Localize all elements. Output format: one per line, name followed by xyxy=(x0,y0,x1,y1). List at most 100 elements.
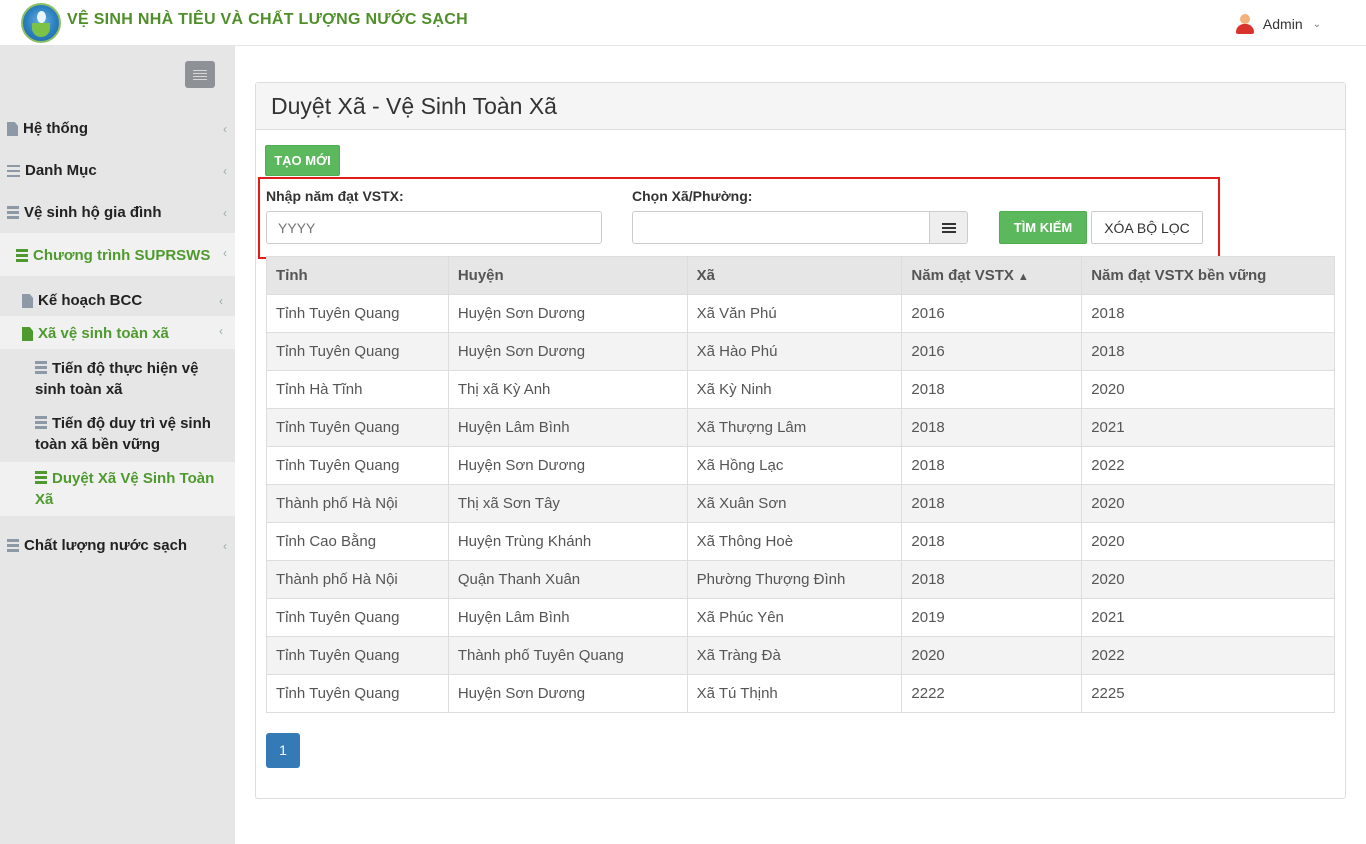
table-row[interactable]: Tỉnh Tuyên Quang Huyện Lâm Bình Xã Thượng … xyxy=(266,408,1335,447)
chevron-left-icon: ‹ xyxy=(223,164,227,178)
table-row[interactable]: Tỉnh Tuyên Quang Huyện Sơn Dương Xã Hồng L… xyxy=(266,446,1335,485)
sidebar-item-tien-do-thuc-hien[interactable]: Tiến độ thực hiện vệ sinh toàn xã xyxy=(0,358,215,400)
table-cell: 2018 xyxy=(901,408,1083,447)
sidebar-item-label: Xã vệ sinh toàn xã xyxy=(38,325,169,342)
chevron-left-icon: ‹ xyxy=(219,324,223,338)
table-cell: Xã Tràng Đà xyxy=(686,636,903,675)
table-cell: Xã Phúc Yên xyxy=(686,598,903,637)
chevron-left-icon: ‹ xyxy=(223,206,227,220)
menu-toggle-button[interactable] xyxy=(185,61,215,88)
table-cell: 2020 xyxy=(1081,560,1335,599)
column-header-tinh[interactable]: Tỉnh xyxy=(266,256,449,295)
user-avatar-icon xyxy=(1235,14,1255,34)
search-button[interactable]: TÌM KIẾM xyxy=(999,211,1087,244)
table-cell: Tỉnh Tuyên Quang xyxy=(266,332,449,371)
top-header: VỆ SINH NHÀ TIÊU VÀ CHẤT LƯỢNG NƯỚC SẠCH… xyxy=(0,0,1366,46)
database-icon xyxy=(35,471,47,484)
table-cell: 2018 xyxy=(901,522,1083,561)
table-cell: Tỉnh Hà Tĩnh xyxy=(266,370,449,409)
table-cell: Thành phố Hà Nội xyxy=(266,560,449,599)
sidebar-item-xa-ve-sinh-toan-xa[interactable]: Xã vệ sinh toàn xã ‹ xyxy=(0,316,235,349)
user-name: Admin xyxy=(1262,16,1303,32)
table-row[interactable]: Thành phố Hà Nội Thị xã Sơn Tây Xã Xuân Sơ… xyxy=(266,484,1335,523)
table-cell: Thị xã Sơn Tây xyxy=(447,484,688,523)
table-header-row: Tỉnh Huyện Xã Năm đạt VSTX ▲ Năm đạt VSTX… xyxy=(266,256,1335,295)
table-row[interactable]: Tỉnh Cao Bằng Huyện Trùng Khánh Xã Thông H… xyxy=(266,522,1335,561)
table-cell: Xã Kỳ Ninh xyxy=(686,370,903,409)
column-header-nam-dat-vstx[interactable]: Năm đạt VSTX ▲ xyxy=(901,256,1083,295)
user-menu[interactable]: Admin ⌄ xyxy=(1235,14,1321,34)
table-row[interactable]: Tỉnh Tuyên Quang Huyện Sơn Dương Xã Hào Ph… xyxy=(266,332,1335,371)
table-cell: Huyện Lâm Bình xyxy=(447,598,688,637)
table-cell: Tỉnh Cao Bằng xyxy=(266,522,449,561)
sidebar-item-ke-hoach-bcc[interactable]: Kế hoạch BCC ‹ xyxy=(0,292,235,309)
chevron-down-icon: ⌄ xyxy=(1312,18,1321,30)
chevron-left-icon: ‹ xyxy=(223,246,227,260)
table-cell: Huyện Trùng Khánh xyxy=(447,522,688,561)
year-input[interactable] xyxy=(266,211,602,244)
table-cell: Thành phố Tuyên Quang xyxy=(447,636,688,675)
table-body: Tỉnh Tuyên Quang Huyện Sơn Dương Xã Văn Ph… xyxy=(266,294,1335,713)
database-icon xyxy=(16,249,28,262)
table-cell: Xã Thượng Lâm xyxy=(686,408,903,447)
list-icon xyxy=(942,223,956,233)
sidebar-item-label: Tiến độ thực hiện vệ sinh toàn xã xyxy=(35,360,199,398)
table-cell: Quận Thanh Xuân xyxy=(447,560,688,599)
table-cell: Thị xã Kỳ Anh xyxy=(447,370,688,409)
sidebar-item-chat-luong-nuoc-sach[interactable]: Chất lượng nước sạch ‹ xyxy=(0,537,235,554)
sidebar-item-text: Tiến độ thực hiện vệ sinh toàn xã xyxy=(35,358,215,400)
table-cell: Tỉnh Tuyên Quang xyxy=(266,674,449,713)
clear-filter-button[interactable]: XÓA BỘ LỌC xyxy=(1091,211,1203,244)
sidebar-item-text: Duyệt Xã Vệ Sinh Toàn Xã xyxy=(35,468,215,510)
table-row[interactable]: Tỉnh Tuyên Quang Huyện Lâm Bình Xã Phúc Yê… xyxy=(266,598,1335,637)
sidebar-item-chuong-trinh-suprsws[interactable]: Chương trình SUPRSWS ‹ xyxy=(0,233,235,276)
sidebar-item-label: Kế hoạch BCC xyxy=(38,292,143,309)
table-cell: 2018 xyxy=(901,370,1083,409)
table-cell: 2022 xyxy=(1081,446,1335,485)
table-cell: Huyện Sơn Dương xyxy=(447,674,688,713)
sidebar-item-label: Hệ thống xyxy=(23,120,88,137)
table-cell: 2222 xyxy=(901,674,1083,713)
table-cell: Xã Xuân Sơn xyxy=(686,484,903,523)
page-title: Duyệt Xã - Vệ Sinh Toàn Xã xyxy=(271,93,557,119)
sidebar-item-label: Chất lượng nước sạch xyxy=(24,537,188,554)
list-icon xyxy=(7,165,20,177)
column-header-nam-ben-vung[interactable]: Năm đạt VSTX bền vững xyxy=(1081,256,1335,295)
year-label: Nhập năm đạt VSTX: xyxy=(266,188,404,204)
file-icon xyxy=(22,294,33,308)
commune-field[interactable] xyxy=(632,211,930,244)
sidebar-item-he-thong[interactable]: Hệ thống ‹ xyxy=(0,120,235,137)
database-icon xyxy=(7,539,19,552)
database-icon xyxy=(35,416,47,429)
data-table: Tỉnh Huyện Xã Năm đạt VSTX ▲ Năm đạt VSTX… xyxy=(266,256,1335,713)
table-row[interactable]: Tỉnh Tuyên Quang Thành phố Tuyên Quang Xã … xyxy=(266,636,1335,675)
column-header-label: Năm đạt VSTX xyxy=(911,267,1014,284)
table-cell: 2018 xyxy=(901,560,1083,599)
pagination-page-1[interactable]: 1 xyxy=(266,733,300,768)
sidebar-item-duyet-xa-ve-sinh-toan-xa[interactable]: Duyệt Xã Vệ Sinh Toàn Xã xyxy=(0,462,235,516)
sidebar-item-label: Duyệt Xã Vệ Sinh Toàn Xã xyxy=(35,470,215,508)
create-new-button[interactable]: TẠO MỚI xyxy=(265,145,340,176)
list-picker-button[interactable] xyxy=(929,211,968,244)
table-cell: 2020 xyxy=(1081,484,1335,523)
table-row[interactable]: Thành phố Hà Nội Quận Thanh Xuân Phường Th… xyxy=(266,560,1335,599)
sidebar-item-ve-sinh-ho-gia-dinh[interactable]: Vệ sinh hộ gia đình ‹ xyxy=(0,204,235,221)
table-row[interactable]: Tỉnh Tuyên Quang Huyện Sơn Dương Xã Tú Thị… xyxy=(266,674,1335,713)
table-cell: Tỉnh Tuyên Quang xyxy=(266,408,449,447)
table-row[interactable]: Tỉnh Hà Tĩnh Thị xã Kỳ Anh Xã Kỳ Ninh 2018 2… xyxy=(266,370,1335,409)
table-cell: Xã Thông Hoè xyxy=(686,522,903,561)
panel-header: Duyệt Xã - Vệ Sinh Toàn Xã xyxy=(256,83,1345,130)
sidebar-item-danh-muc[interactable]: Danh Mục ‹ xyxy=(0,162,235,179)
table-row[interactable]: Tỉnh Tuyên Quang Huyện Sơn Dương Xã Văn Ph… xyxy=(266,294,1335,333)
table-cell: 2018 xyxy=(901,484,1083,523)
table-cell: Huyện Sơn Dương xyxy=(447,294,688,333)
table-cell: Phường Thượng Đình xyxy=(686,560,903,599)
column-header-huyen[interactable]: Huyện xyxy=(447,256,688,295)
logo-icon[interactable] xyxy=(21,3,61,43)
chevron-left-icon: ‹ xyxy=(223,539,227,553)
sidebar-item-label: Tiến độ duy trì vệ sinh toàn xã bền vững xyxy=(35,415,211,453)
sidebar-item-tien-do-duy-tri[interactable]: Tiến độ duy trì vệ sinh toàn xã bền vững xyxy=(0,413,215,455)
table-cell: Xã Tú Thịnh xyxy=(686,674,903,713)
table-cell: Huyện Sơn Dương xyxy=(447,332,688,371)
column-header-xa[interactable]: Xã xyxy=(686,256,903,295)
